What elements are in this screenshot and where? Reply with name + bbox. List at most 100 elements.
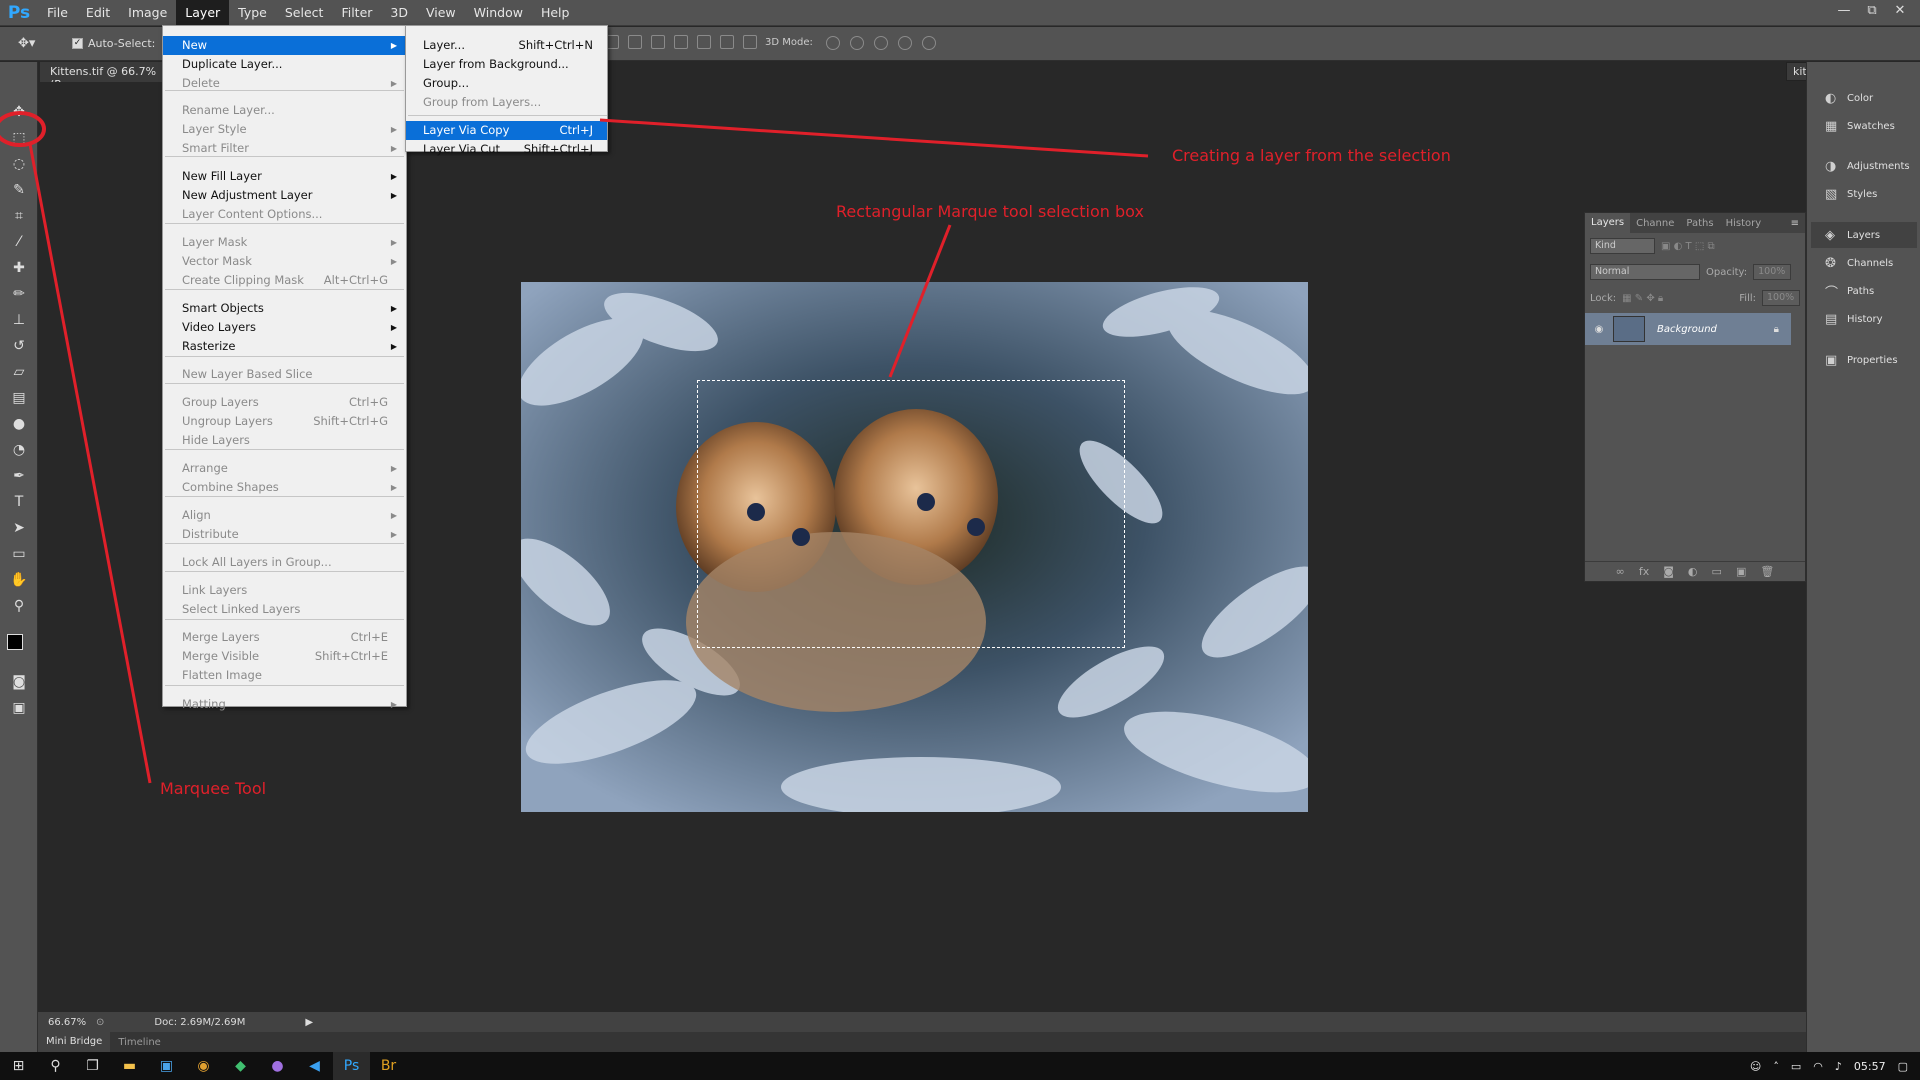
rectangle-tool-icon[interactable]: ▭ bbox=[9, 544, 29, 564]
lock-icons[interactable]: ▦ ✎ ✥ 🔒︎ bbox=[1622, 293, 1663, 304]
menu-view[interactable]: View bbox=[417, 0, 465, 26]
layer-menu-item-arrange[interactable]: Arrange ▶ bbox=[163, 459, 406, 478]
dodge-tool-icon[interactable]: ◔ bbox=[9, 440, 29, 460]
quick-selection-tool-icon[interactable]: ✎ bbox=[9, 180, 29, 200]
new-submenu-item-layer-from-background[interactable]: Layer from Background... bbox=[406, 55, 607, 74]
file-explorer-icon[interactable]: ▬ bbox=[111, 1052, 148, 1080]
path-selection-tool-icon[interactable]: ➤ bbox=[9, 518, 29, 538]
dock-styles[interactable]: ▧ Styles bbox=[1811, 181, 1917, 207]
layer-menu-item-new-layer-based-slice[interactable]: New Layer Based Slice bbox=[163, 365, 406, 384]
layer-menu-item-rename-layer[interactable]: Rename Layer... bbox=[163, 101, 406, 120]
link-layers-icon[interactable]: ∞ bbox=[1616, 562, 1625, 581]
menu-window[interactable]: Window bbox=[465, 0, 532, 26]
layer-menu-item-layer-mask[interactable]: Layer Mask ▶ bbox=[163, 233, 406, 252]
align-center-icon[interactable] bbox=[697, 35, 711, 49]
minimize-button[interactable]: — bbox=[1832, 2, 1856, 20]
new-submenu-item-layer-via-copy[interactable]: Layer Via Copy Ctrl+J bbox=[406, 121, 607, 140]
status-info-icon[interactable]: ⊙ bbox=[96, 1017, 104, 1028]
clone-stamp-tool-icon[interactable]: ⊥ bbox=[9, 310, 29, 330]
layer-row-background[interactable]: ◉ Background 🔒︎ bbox=[1585, 313, 1791, 345]
layer-menu-item-vector-mask[interactable]: Vector Mask ▶ bbox=[163, 252, 406, 271]
people-icon[interactable]: ☺ bbox=[1750, 1060, 1761, 1073]
filter-type-icons[interactable]: ▣ ◐ T ⬚ ⧉ bbox=[1661, 241, 1715, 252]
notification-icon[interactable]: ▢ bbox=[1898, 1060, 1908, 1073]
tray-chevron-icon[interactable]: ˄ bbox=[1773, 1060, 1779, 1073]
align-bottom-icon[interactable] bbox=[651, 35, 665, 49]
crop-tool-icon[interactable]: ⌗ bbox=[9, 206, 29, 226]
layer-menu-item-matting[interactable]: Matting ▶ bbox=[163, 695, 406, 714]
layer-menu-item-select-linked-layers[interactable]: Select Linked Layers bbox=[163, 600, 406, 619]
fill-field[interactable]: 100% bbox=[1762, 290, 1800, 306]
dock-channels[interactable]: ❂ Channels bbox=[1811, 250, 1917, 276]
status-menu-arrow-icon[interactable]: ▶ bbox=[305, 1017, 313, 1028]
tab-paths[interactable]: Paths bbox=[1680, 218, 1719, 229]
add-mask-icon[interactable]: ◙ bbox=[1663, 562, 1674, 581]
app2-icon[interactable]: ● bbox=[259, 1052, 296, 1080]
menu-file[interactable]: File bbox=[38, 0, 77, 26]
tab-layers[interactable]: Layers bbox=[1585, 213, 1631, 233]
layer-menu-item-smart-filter[interactable]: Smart Filter ▶ bbox=[163, 139, 406, 158]
tab-history[interactable]: History bbox=[1720, 218, 1768, 229]
dock-history[interactable]: ▤ History bbox=[1811, 306, 1917, 332]
layer-menu-item-ungroup-layers[interactable]: Ungroup Layers Shift+Ctrl+G bbox=[163, 412, 406, 431]
layer-menu-item-new-adjustment-layer[interactable]: New Adjustment Layer ▶ bbox=[163, 186, 406, 205]
eyedropper-tool-icon[interactable]: ⁄ bbox=[9, 232, 29, 252]
3d-pan-icon[interactable] bbox=[874, 36, 888, 50]
layer-menu-item-duplicate-layer[interactable]: Duplicate Layer... bbox=[163, 55, 406, 74]
bridge-taskbar-icon[interactable]: Br bbox=[370, 1052, 407, 1080]
photoshop-taskbar-icon[interactable]: Ps bbox=[333, 1052, 370, 1080]
new-layer-icon[interactable]: ▣ bbox=[1736, 562, 1746, 581]
layer-menu-item-align[interactable]: Align ▶ bbox=[163, 506, 406, 525]
menu-edit[interactable]: Edit bbox=[77, 0, 119, 26]
restore-button[interactable]: ⧉ bbox=[1860, 2, 1884, 20]
menu-type[interactable]: Type bbox=[229, 0, 276, 26]
layer-menu-item-new-fill-layer[interactable]: New Fill Layer ▶ bbox=[163, 167, 406, 186]
pen-tool-icon[interactable]: ✒ bbox=[9, 466, 29, 486]
layer-menu-item-layer-content-options[interactable]: Layer Content Options... bbox=[163, 205, 406, 224]
tab-timeline[interactable]: Timeline bbox=[110, 1037, 169, 1048]
layer-style-icon[interactable]: fx bbox=[1639, 562, 1649, 581]
panel-menu-icon[interactable]: ≡ bbox=[1791, 218, 1799, 229]
dock-color[interactable]: ◐ Color bbox=[1811, 85, 1917, 111]
eraser-tool-icon[interactable]: ▱ bbox=[9, 362, 29, 382]
move-tool-icon[interactable]: ✥ bbox=[9, 102, 29, 122]
chrome-icon[interactable]: ◉ bbox=[185, 1052, 222, 1080]
menu-help[interactable]: Help bbox=[532, 0, 579, 26]
layer-menu-item-flatten-image[interactable]: Flatten Image bbox=[163, 666, 406, 685]
battery-icon[interactable]: ▭ bbox=[1791, 1060, 1801, 1073]
new-submenu-item-layer-via-cut[interactable]: Layer Via Cut Shift+Ctrl+J bbox=[406, 140, 607, 159]
3d-roll-icon[interactable] bbox=[850, 36, 864, 50]
menu-layer[interactable]: Layer bbox=[176, 0, 230, 26]
task-view-icon[interactable]: ❐ bbox=[74, 1052, 111, 1080]
menu-image[interactable]: Image bbox=[119, 0, 176, 26]
layer-menu-item-rasterize[interactable]: Rasterize ▶ bbox=[163, 337, 406, 356]
windows-start-icon[interactable]: ⊞ bbox=[0, 1052, 37, 1080]
align-left-icon[interactable] bbox=[674, 35, 688, 49]
opacity-field[interactable]: 100% bbox=[1753, 264, 1792, 280]
auto-select-checkbox[interactable]: ✓ Auto-Select: bbox=[72, 37, 155, 50]
dock-adjustments[interactable]: ◑ Adjustments bbox=[1811, 153, 1917, 179]
screen-mode-icon[interactable]: ▣ bbox=[9, 698, 29, 718]
menu-select[interactable]: Select bbox=[276, 0, 333, 26]
layer-menu-item-layer-style[interactable]: Layer Style ▶ bbox=[163, 120, 406, 139]
visibility-eye-icon[interactable]: ◉ bbox=[1585, 324, 1613, 335]
align-right-icon[interactable] bbox=[720, 35, 734, 49]
kind-filter-select[interactable]: Kind bbox=[1590, 238, 1655, 254]
gradient-tool-icon[interactable]: ▤ bbox=[9, 388, 29, 408]
dock-layers[interactable]: ◈ Layers bbox=[1811, 222, 1917, 248]
dock-properties[interactable]: ▣ Properties bbox=[1811, 347, 1917, 373]
tab-mini-bridge[interactable]: Mini Bridge bbox=[38, 1032, 111, 1052]
menu-filter[interactable]: Filter bbox=[332, 0, 381, 26]
align-middle-icon[interactable] bbox=[628, 35, 642, 49]
quick-mask-icon[interactable]: ◙ bbox=[9, 672, 29, 692]
close-button[interactable]: ✕ bbox=[1888, 2, 1912, 20]
layer-menu-item-merge-visible[interactable]: Merge Visible Shift+Ctrl+E bbox=[163, 647, 406, 666]
layer-menu-item-delete[interactable]: Delete ▶ bbox=[163, 74, 406, 93]
layer-menu-item-group-layers[interactable]: Group Layers Ctrl+G bbox=[163, 393, 406, 412]
clock[interactable]: 05:57 bbox=[1854, 1060, 1886, 1073]
lasso-tool-icon[interactable]: ◌ bbox=[9, 154, 29, 174]
3d-rotate-icon[interactable] bbox=[826, 36, 840, 50]
layer-menu-item-smart-objects[interactable]: Smart Objects ▶ bbox=[163, 299, 406, 318]
delete-layer-icon[interactable]: 🗑︎ bbox=[1760, 562, 1774, 581]
blend-mode-select[interactable]: Normal bbox=[1590, 264, 1700, 280]
